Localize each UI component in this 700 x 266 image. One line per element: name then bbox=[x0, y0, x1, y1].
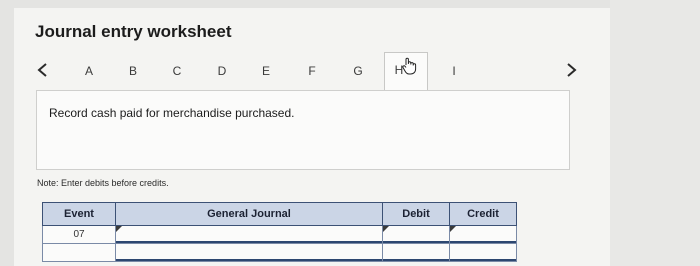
credit-cell[interactable] bbox=[449, 225, 517, 244]
tab-e[interactable]: E bbox=[251, 64, 281, 78]
debit-input[interactable] bbox=[383, 244, 449, 261]
header-credit: Credit bbox=[449, 202, 517, 226]
dropdown-indicator-icon bbox=[116, 226, 122, 232]
chevron-right-icon[interactable] bbox=[566, 58, 578, 82]
credit-cell[interactable] bbox=[449, 243, 517, 262]
instruction-text: Record cash paid for merchandise purchas… bbox=[49, 106, 295, 120]
side-area bbox=[610, 0, 700, 266]
table-row: 07 bbox=[42, 225, 517, 244]
hand-pointer-icon bbox=[401, 54, 417, 88]
tab-a[interactable]: A bbox=[74, 64, 104, 78]
note-text: Note: Enter debits before credits. bbox=[37, 178, 169, 188]
tab-bar: A B C D E F G H I bbox=[0, 52, 700, 92]
event-cell bbox=[42, 243, 116, 262]
table-row bbox=[42, 243, 517, 262]
debit-input[interactable] bbox=[383, 226, 449, 243]
dropdown-indicator-icon bbox=[383, 226, 389, 232]
tab-g[interactable]: G bbox=[343, 64, 373, 78]
header-general-journal: General Journal bbox=[115, 202, 383, 226]
journal-table: Event General Journal Debit Credit 07 bbox=[42, 202, 517, 262]
account-input[interactable] bbox=[116, 226, 382, 243]
page-title: Journal entry worksheet bbox=[35, 22, 232, 41]
table-header-row: Event General Journal Debit Credit bbox=[42, 202, 517, 226]
account-cell[interactable] bbox=[115, 225, 383, 244]
debit-cell[interactable] bbox=[382, 225, 450, 244]
tab-h[interactable]: H bbox=[384, 52, 428, 90]
header-debit: Debit bbox=[382, 202, 450, 226]
chevron-left-icon[interactable] bbox=[36, 58, 48, 82]
tab-i[interactable]: I bbox=[439, 64, 469, 78]
tab-c[interactable]: C bbox=[162, 64, 192, 78]
dropdown-indicator-icon bbox=[450, 226, 456, 232]
instruction-box: Record cash paid for merchandise purchas… bbox=[36, 90, 570, 170]
event-cell: 07 bbox=[42, 225, 116, 244]
account-cell[interactable] bbox=[115, 243, 383, 262]
tab-b[interactable]: B bbox=[118, 64, 148, 78]
tab-f[interactable]: F bbox=[297, 64, 327, 78]
credit-input[interactable] bbox=[450, 226, 516, 243]
debit-cell[interactable] bbox=[382, 243, 450, 262]
credit-input[interactable] bbox=[450, 244, 516, 261]
account-input[interactable] bbox=[116, 244, 382, 261]
tab-d[interactable]: D bbox=[207, 64, 237, 78]
header-event: Event bbox=[42, 202, 116, 226]
